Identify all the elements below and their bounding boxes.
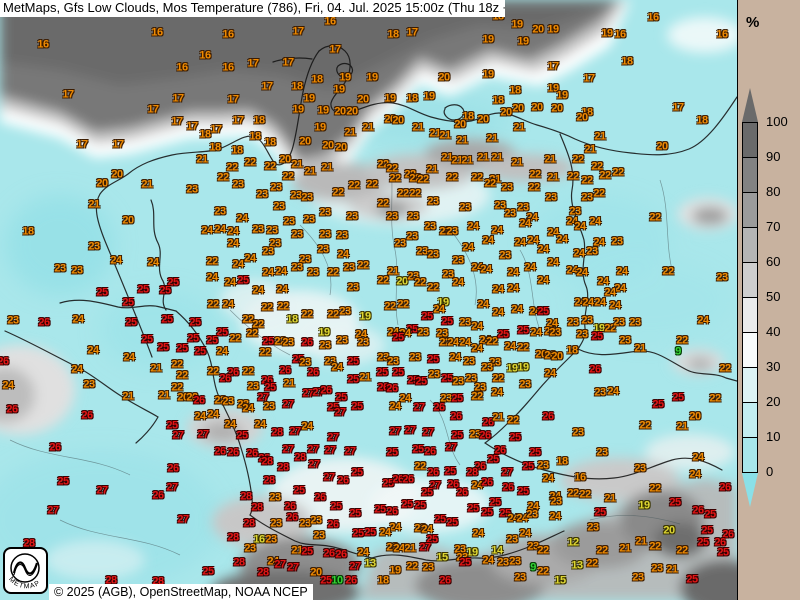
scale-bar [742, 122, 758, 473]
scale-segment [743, 403, 757, 438]
map-area[interactable]: 1616161717171717171617161616171717171818… [0, 0, 737, 600]
scale-tick-label: 30 [766, 360, 780, 374]
scale-tick-label: 10 [766, 430, 780, 444]
scale-segment [743, 298, 757, 333]
scale-tick-label: 90 [766, 150, 780, 164]
scale-segment [743, 368, 757, 403]
scale-segment [743, 263, 757, 298]
scale-arrow-down [742, 473, 758, 507]
scale-segment [743, 438, 757, 473]
scale-arrow-up [742, 88, 758, 122]
map-title: MetMaps, Gfs Low Clouds, Mos Temperature… [0, 0, 505, 17]
scale-segment [743, 158, 757, 193]
attribution: © 2025 (AGB), OpenStreetMap, NOAA NCEP [49, 584, 313, 600]
scale-tick-label: 50 [766, 290, 780, 304]
scale-tick-label: 20 [766, 395, 780, 409]
metmaps-logo-icon: METMAPS [5, 549, 46, 592]
scale-segment [743, 123, 757, 158]
weather-map-app: 1616161717171717171617161616171717171818… [0, 0, 800, 600]
scale-unit-label: % [746, 14, 759, 31]
scale-tick-label: 70 [766, 220, 780, 234]
cloud-cover-scale: 1009080706050403020100 [742, 88, 800, 507]
map-canvas[interactable] [0, 0, 737, 600]
scale-tick-label: 40 [766, 325, 780, 339]
scale-segment [743, 228, 757, 263]
scale-tick-label: 80 [766, 185, 780, 199]
metmaps-logo: METMAPS [3, 547, 48, 594]
scale-tick-label: 60 [766, 255, 780, 269]
scale-segment [743, 333, 757, 368]
legend-panel: % 1009080706050403020100 [737, 0, 800, 600]
scale-segment [743, 193, 757, 228]
scale-tick-label: 0 [766, 465, 773, 479]
scale-tick-label: 100 [766, 115, 788, 129]
